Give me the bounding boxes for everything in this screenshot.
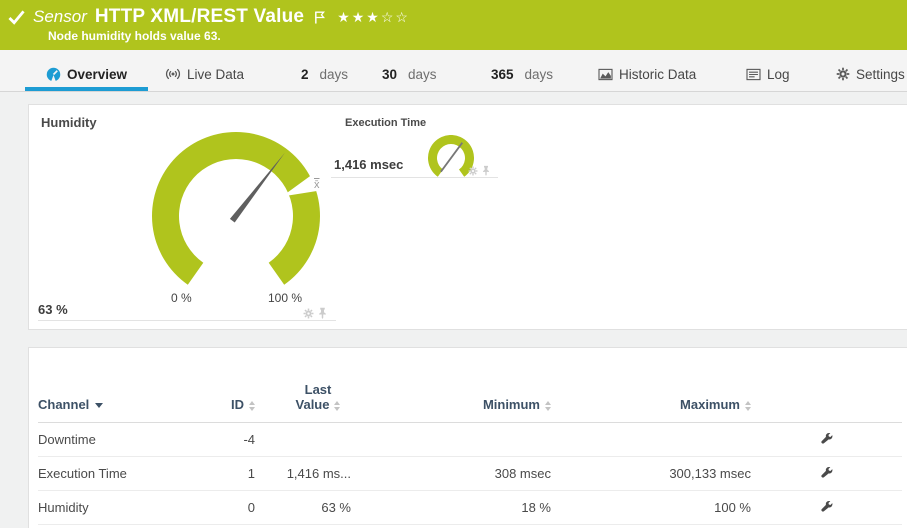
gauge-icon xyxy=(46,67,61,82)
column-header-channel[interactable]: Channel xyxy=(38,368,223,423)
tab-label: Settings xyxy=(856,67,905,82)
wrench-icon[interactable] xyxy=(820,432,833,445)
channel-last-value xyxy=(258,423,381,457)
table-row-humidity: Humidity 0 63 % 18 % 100 % xyxy=(38,491,902,525)
check-icon xyxy=(8,10,25,25)
column-header-settings xyxy=(754,368,902,423)
sensor-header: Sensor HTTP XML/REST Value ★★★☆☆ Node hu… xyxy=(0,0,907,50)
pin-icon[interactable] xyxy=(482,165,490,176)
humidity-current-value: 63 % xyxy=(38,302,68,317)
gauge-scale-max: 100 % xyxy=(268,291,302,305)
tab-365-days[interactable]: 365 days xyxy=(491,62,553,86)
sort-icon xyxy=(545,401,551,411)
tab-overview[interactable]: Overview xyxy=(46,62,127,86)
channel-maximum xyxy=(554,423,754,457)
execution-time-cell-divider xyxy=(331,177,498,178)
channel-maximum: 300,133 msec xyxy=(554,457,754,491)
priority-stars[interactable]: ★★★☆☆ xyxy=(337,9,410,26)
prtg-sensor-page: Sensor HTTP XML/REST Value ★★★☆☆ Node hu… xyxy=(0,0,907,528)
tab-number: 30 xyxy=(382,67,397,82)
sensor-title: HTTP XML/REST Value xyxy=(95,6,304,28)
gauge-needle xyxy=(441,143,462,172)
sensor-kind-label: Sensor xyxy=(33,7,87,27)
log-icon xyxy=(746,68,761,81)
tab-label: Log xyxy=(767,67,790,82)
channel-last-value: 1,416 ms... xyxy=(258,457,381,491)
tab-bar: Overview Live Data 2days 30days 365days … xyxy=(0,50,907,92)
channel-id: -4 xyxy=(223,423,258,457)
tab-label: Historic Data xyxy=(619,67,696,82)
tab-label: days xyxy=(320,67,349,82)
column-header-maximum[interactable]: Maximum xyxy=(554,368,754,423)
sort-desc-icon xyxy=(95,403,103,408)
table-row-downtime: Downtime -4 xyxy=(38,423,902,457)
column-header-minimum[interactable]: Minimum xyxy=(381,368,554,423)
channel-minimum: 18 % xyxy=(381,491,554,525)
tab-number: 365 xyxy=(491,67,514,82)
gauge-scale-min: 0 % xyxy=(171,291,192,305)
gauges-panel: Humidity x̄ 0 % 100 % 63 % Execution Tim… xyxy=(28,104,907,330)
sensor-status-message: Node humidity holds value 63. xyxy=(48,29,221,43)
execution-time-current-value: 1,416 msec xyxy=(334,157,403,172)
tab-label: Overview xyxy=(67,67,127,82)
tab-live-data[interactable]: Live Data xyxy=(165,62,244,86)
channel-last-value: 63 % xyxy=(258,491,381,525)
table-header-row: Channel ID LastValue Minimum Maximum xyxy=(38,368,902,423)
humidity-gauge-title: Humidity xyxy=(41,115,97,130)
channel-name: Execution Time xyxy=(38,457,223,491)
tab-number: 2 xyxy=(301,67,309,82)
channels-table: Channel ID LastValue Minimum Maximum Dow… xyxy=(38,368,902,525)
gear-icon[interactable] xyxy=(303,308,314,319)
tab-label: Live Data xyxy=(187,67,244,82)
tab-2-days[interactable]: 2 days xyxy=(301,62,348,86)
priority-flag-icon[interactable] xyxy=(314,11,325,24)
tab-30-days[interactable]: 30 days xyxy=(382,62,437,86)
channel-id: 0 xyxy=(223,491,258,525)
tab-settings[interactable]: Settings xyxy=(836,62,905,86)
active-tab-indicator xyxy=(25,87,148,91)
tab-label: days xyxy=(525,67,554,82)
sort-icon xyxy=(745,401,751,411)
sort-icon xyxy=(249,401,255,411)
column-header-id[interactable]: ID xyxy=(223,368,258,423)
table-row-execution-time: Execution Time 1 1,416 ms... 308 msec 30… xyxy=(38,457,902,491)
gear-icon[interactable] xyxy=(468,166,478,176)
pin-icon[interactable] xyxy=(318,307,327,319)
channel-minimum xyxy=(381,423,554,457)
execution-time-gauge-title: Execution Time xyxy=(345,117,426,129)
tab-label: days xyxy=(408,67,437,82)
wrench-icon[interactable] xyxy=(820,500,833,513)
humidity-gauge xyxy=(148,128,324,304)
channels-panel: Channel ID LastValue Minimum Maximum Dow… xyxy=(28,347,907,528)
broadcast-icon xyxy=(165,67,181,81)
channel-name: Humidity xyxy=(38,491,223,525)
gear-icon xyxy=(836,67,850,81)
column-header-last-value[interactable]: LastValue xyxy=(258,368,381,423)
tab-historic-data[interactable]: Historic Data xyxy=(598,62,696,86)
average-marker: x̄ xyxy=(314,179,320,191)
tab-log[interactable]: Log xyxy=(746,62,790,86)
channel-name: Downtime xyxy=(38,423,223,457)
area-chart-icon xyxy=(598,68,613,81)
channel-id: 1 xyxy=(223,457,258,491)
humidity-cell-divider xyxy=(38,320,336,321)
sort-icon xyxy=(334,401,340,411)
channel-minimum: 308 msec xyxy=(381,457,554,491)
wrench-icon[interactable] xyxy=(820,466,833,479)
channel-maximum: 100 % xyxy=(554,491,754,525)
